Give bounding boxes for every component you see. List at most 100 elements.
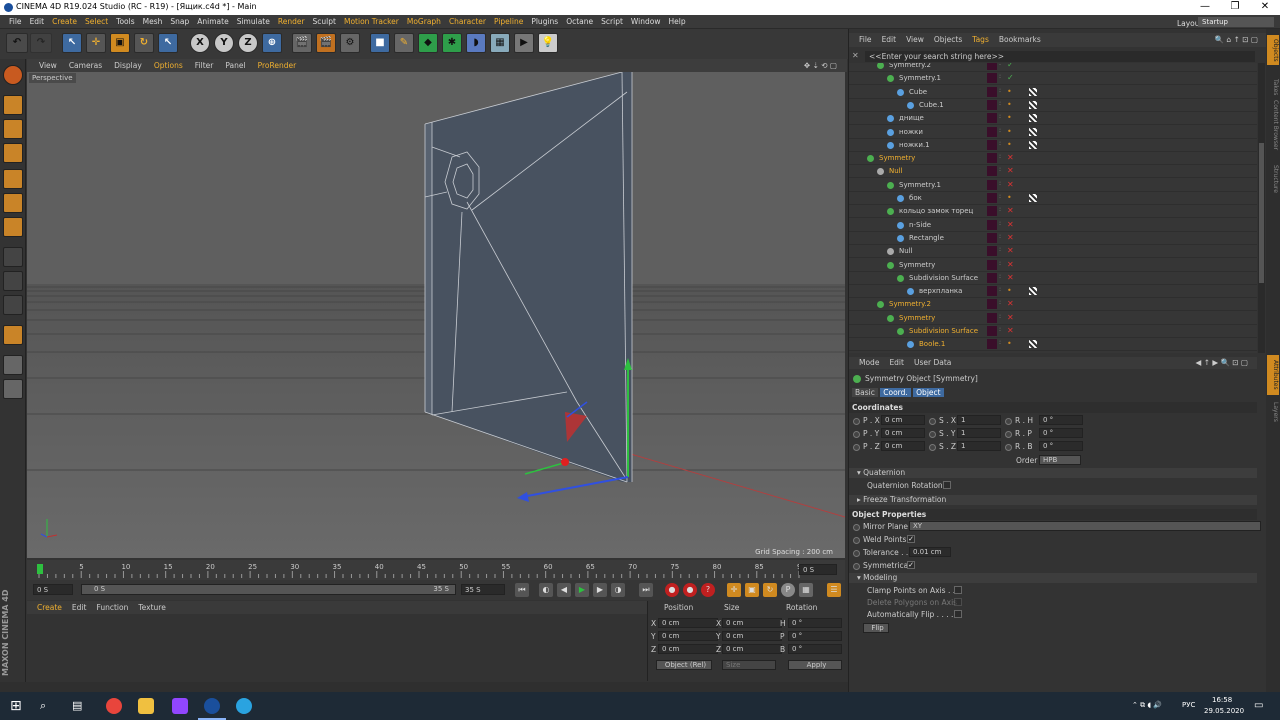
object-row[interactable]: кольцо замок торец: ✕ [849,205,1257,219]
menu-help[interactable]: Help [664,15,689,29]
attribute-menu-edit[interactable]: Edit [884,357,909,369]
visibility-dots[interactable]: : [999,63,1003,70]
object-row[interactable]: ножки: • [849,126,1257,139]
clamp-points-checkbox[interactable] [954,586,962,594]
autokey-icon[interactable]: ● [683,583,697,597]
menu-plugins[interactable]: Plugins [527,15,562,29]
range-slider[interactable]: 0 S 35 S [81,584,456,595]
visibility-dots[interactable]: : [999,260,1003,270]
position-field[interactable]: 0 cm [658,618,718,628]
side-tab-layers[interactable]: Layers [1267,399,1279,425]
tray-icons[interactable]: ⌃ ⧉ ◖ 🔊 [1132,701,1162,710]
apply-button[interactable]: Apply [788,660,842,670]
object-name[interactable]: верхпланка [919,287,962,295]
generator-off-icon[interactable]: ✕ [1007,220,1014,229]
model-mode-icon[interactable] [3,95,23,115]
layer-color-swatch[interactable] [987,272,997,283]
object-row[interactable]: Rectangle: ✕ [849,232,1257,245]
layer-color-swatch[interactable] [987,113,997,124]
object-row[interactable]: Cube: • [849,86,1257,99]
timeline-window-icon[interactable]: ☰ [827,583,841,597]
menu-select[interactable]: Select [81,15,112,29]
weld-points-checkbox[interactable]: ✓ [907,535,915,543]
object-row[interactable]: ножки.1: • [849,139,1257,152]
play-icon[interactable]: ▶ [575,583,589,597]
material-menu-texture[interactable]: Texture [133,601,170,614]
current-frame-field[interactable]: 0 S [799,564,837,575]
camera-icon[interactable]: ▶ [514,33,534,53]
layer-color-swatch[interactable] [987,99,997,110]
menu-render[interactable]: Render [274,15,309,29]
object-row[interactable]: днище: • [849,112,1257,126]
polygons-mode-icon[interactable] [3,217,23,237]
menu-mesh[interactable]: Mesh [139,15,167,29]
visibility-dots[interactable]: : [999,87,1003,97]
edges-mode-icon[interactable] [3,193,23,213]
viewport-nav-icons[interactable]: ✥ ⇣ ⟲ ▢ [798,59,843,72]
snap-icon[interactable] [3,295,23,315]
workplane-icon[interactable] [3,143,23,163]
menu-sculpt[interactable]: Sculpt [309,15,340,29]
object-menu-bookmarks[interactable]: Bookmarks [994,33,1046,47]
playhead[interactable] [37,564,43,574]
object-menu-view[interactable]: View [901,33,929,47]
key-pla-icon[interactable]: ▦ [799,583,813,597]
texture-tag-icon[interactable]: • [1007,194,1012,202]
visibility-dots[interactable]: : [999,100,1003,110]
layer-color-swatch[interactable] [987,179,997,190]
viewport-menu-options[interactable]: Options [148,59,189,72]
object-row[interactable]: Symmetry: ✕ [849,259,1257,272]
menu-pipeline[interactable]: Pipeline [490,15,527,29]
scale-tool-icon[interactable]: ▣ [110,33,130,53]
layer-color-swatch[interactable] [987,153,997,164]
minimize-button[interactable]: — [1190,0,1220,15]
object-name[interactable]: Symmetry.2 [889,63,931,69]
object-name[interactable]: Rectangle [909,234,944,242]
move-tool-icon[interactable]: ✛ [86,33,106,53]
clear-search-icon[interactable]: ✕ [852,51,859,60]
layer-color-swatch[interactable] [987,326,997,336]
object-row[interactable]: Symmetry.2: ✓ [849,63,1257,72]
subdivision-surface-icon[interactable]: ◆ [418,33,438,53]
layer-color-swatch[interactable] [987,259,997,270]
layer-color-swatch[interactable] [987,86,997,97]
side-tab-objects[interactable]: Objects [1267,35,1279,65]
deformer-icon[interactable]: ◗ [466,33,486,53]
pen-spline-icon[interactable]: ✎ [394,33,414,53]
layer-color-swatch[interactable] [987,232,997,243]
generator-on-icon[interactable]: ✓ [1007,74,1014,82]
object-name[interactable]: Null [889,167,903,175]
object-name[interactable]: Subdivision Surface [909,327,978,335]
keyframe-selection-icon[interactable]: ? [701,583,715,597]
attribute-menu-user-data[interactable]: User Data [909,357,956,369]
material-tag-icon[interactable] [1029,140,1037,149]
visibility-dots[interactable]: : [999,273,1003,283]
generator-off-icon[interactable]: ✕ [1007,154,1014,162]
viewport-menu-display[interactable]: Display [108,59,148,72]
object-row[interactable]: Subdivision Surface: ✕ [849,325,1257,338]
generator-off-icon[interactable]: ✕ [1007,313,1014,322]
generator-off-icon[interactable]: ✕ [1007,247,1014,255]
viewport-menu-view[interactable]: View [33,59,63,72]
object-name[interactable]: Symmetry [899,261,935,269]
material-menu-edit[interactable]: Edit [67,601,92,614]
prev-frame-icon[interactable]: ◀ [557,583,571,597]
points-mode-icon[interactable] [3,169,23,189]
object-search-input[interactable]: <<Enter your search string here>> [865,51,1255,62]
menu-window[interactable]: Window [627,15,665,29]
object-name[interactable]: Cube.1 [919,101,944,109]
cube-primitive-icon[interactable]: ■ [370,33,390,53]
material-menu-create[interactable]: Create [32,601,67,614]
task-view-icon[interactable]: ▤ [72,698,88,714]
layer-color-swatch[interactable] [987,126,997,137]
layer-color-swatch[interactable] [987,166,997,177]
locked-workplane-icon[interactable] [3,355,23,375]
z-axis-lock-icon[interactable]: Z [238,33,258,53]
timeline-ruler[interactable]: 051015202530354045505560657075808590 0 S [27,560,845,580]
modeling-section[interactable]: ▾ Modeling [849,573,1257,583]
object-name[interactable]: Symmetry [879,154,915,162]
visibility-dots[interactable]: : [999,153,1003,163]
go-to-start-icon[interactable]: ⏮ [515,583,529,597]
object-row[interactable]: Symmetry.2: ✕ [849,298,1257,312]
go-to-end-icon[interactable]: ⏭ [639,583,653,597]
